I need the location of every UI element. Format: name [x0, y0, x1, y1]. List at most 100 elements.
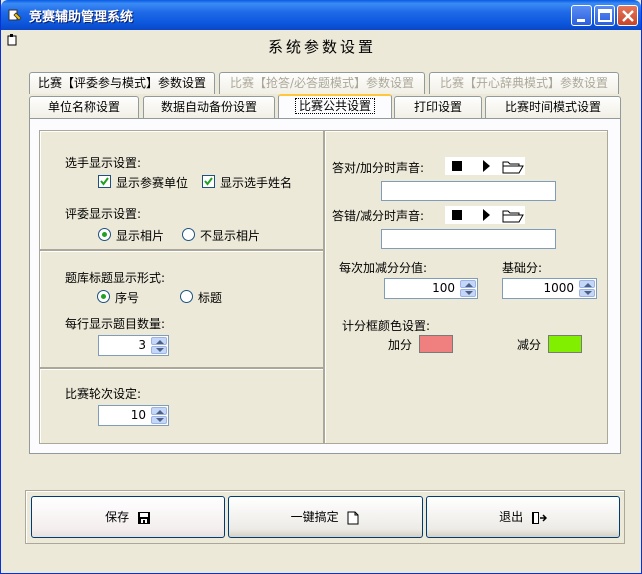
correct-sound-player — [445, 157, 525, 175]
sub-color-label: 减分 — [517, 338, 542, 352]
one-key-button[interactable]: 一键搞定 — [228, 496, 423, 538]
tab-common-settings-label: 比赛公共设置 — [294, 98, 375, 114]
score-step-up[interactable] — [460, 280, 476, 288]
tab-happy-dict-mode-label: 比赛【开心辞典模式】参数设置 — [439, 76, 608, 90]
per-row-up[interactable] — [151, 337, 167, 345]
tab-common-settings[interactable]: 比赛公共设置 — [278, 94, 392, 118]
score-step-value: 100 — [432, 281, 455, 295]
wrong-sound-player — [445, 206, 525, 224]
arrow-down-icon — [156, 348, 164, 352]
per-row-spinner[interactable]: 3 — [98, 335, 169, 356]
base-score-spinner[interactable]: 1000 — [502, 278, 597, 299]
base-score-down[interactable] — [579, 289, 595, 297]
stop-icon[interactable] — [452, 210, 462, 220]
tab-time-mode[interactable]: 比赛时间模式设置 — [485, 96, 621, 118]
add-color-label: 加分 — [388, 338, 413, 352]
window-title: 竞赛辅助管理系统 — [29, 10, 134, 25]
main-window: 竞赛辅助管理系统 系统参数设置 比赛【评委参与模式】参数设置 比赛【抢答/必答题… — [0, 0, 642, 574]
show-unit-checkbox[interactable] — [98, 175, 111, 188]
title-bar[interactable]: 竞赛辅助管理系统 — [1, 0, 641, 30]
title-label: 标题 — [198, 291, 223, 305]
play-icon[interactable] — [483, 209, 490, 221]
serial-label: 序号 — [115, 291, 140, 305]
arrow-up-icon — [156, 340, 164, 344]
arrow-up-icon — [156, 410, 164, 414]
close-icon — [622, 10, 634, 22]
tab-unit-name[interactable]: 单位名称设置 — [29, 96, 139, 118]
correct-sound-path-input[interactable] — [381, 181, 556, 201]
wrong-sound-label: 答错/减分时声音: — [332, 209, 425, 223]
exit-button[interactable]: 退出 — [426, 496, 620, 538]
rounds-value: 10 — [130, 408, 146, 422]
wrong-sound-path-input[interactable] — [381, 229, 556, 249]
contestant-heading: 选手显示设置: — [65, 156, 142, 170]
arrow-up-icon — [465, 283, 473, 287]
rounds-group — [39, 368, 324, 444]
tab-print[interactable]: 打印设置 — [394, 96, 482, 118]
per-row-down[interactable] — [151, 346, 167, 354]
judge-heading: 评委显示设置: — [65, 207, 142, 221]
app-icon — [8, 9, 22, 21]
score-color-heading: 计分框颜色设置: — [342, 319, 431, 333]
base-score-up[interactable] — [579, 280, 595, 288]
rounds-down[interactable] — [151, 416, 167, 424]
tab-buzzer-mode[interactable]: 比赛【抢答/必答题模式】参数设置 — [219, 72, 425, 94]
show-unit-label: 显示参赛单位 — [116, 176, 189, 190]
question-display-group — [39, 250, 324, 368]
show-photo-label: 显示相片 — [116, 229, 165, 243]
rounds-label: 比赛轮次设定: — [65, 387, 142, 401]
base-score-value: 1000 — [543, 281, 574, 295]
page-title: 系统参数设置 — [267, 38, 376, 56]
sub-color-swatch[interactable] — [548, 335, 582, 353]
minimize-icon — [577, 19, 585, 22]
score-step-down[interactable] — [460, 289, 476, 297]
rounds-spinner[interactable]: 10 — [98, 405, 169, 426]
tab-time-mode-label: 比赛时间模式设置 — [504, 100, 601, 114]
add-color-swatch[interactable] — [419, 335, 453, 353]
serial-radio[interactable] — [97, 290, 110, 303]
folder-open-icon[interactable] — [502, 210, 524, 223]
arrow-up-icon — [584, 283, 592, 287]
maximize-button[interactable] — [594, 5, 615, 26]
tab-auto-backup-label: 数据自动备份设置 — [160, 100, 257, 114]
checkmark-icon — [100, 177, 109, 186]
arrow-down-icon — [584, 291, 592, 295]
document-icon — [347, 511, 359, 524]
save-button[interactable]: 保存 — [31, 496, 225, 538]
tab-happy-dict-mode[interactable]: 比赛【开心辞典模式】参数设置 — [429, 72, 619, 94]
tab-judge-mode-label: 比赛【评委参与模式】参数设置 — [37, 76, 206, 90]
tab-unit-name-label: 单位名称设置 — [47, 100, 120, 114]
title-radio[interactable] — [180, 290, 193, 303]
per-row-label: 每行显示题目数量: — [65, 317, 166, 331]
rounds-up[interactable] — [151, 407, 167, 415]
hide-photo-radio[interactable] — [182, 228, 195, 241]
tab-print-label: 打印设置 — [413, 100, 462, 114]
score-step-label: 每次加减分分值: — [339, 261, 428, 275]
question-title-heading: 题库标题显示形式: — [65, 271, 166, 285]
exit-button-label: 退出 — [499, 510, 524, 524]
show-name-checkbox[interactable] — [202, 175, 215, 188]
show-name-label: 显示选手姓名 — [220, 176, 293, 190]
score-step-spinner[interactable]: 100 — [384, 278, 478, 299]
checkmark-icon — [204, 177, 213, 186]
per-row-value: 3 — [138, 338, 146, 352]
minimize-button[interactable] — [571, 5, 592, 26]
correct-sound-label: 答对/加分时声音: — [332, 161, 425, 175]
maximize-icon — [598, 9, 612, 22]
folder-open-icon[interactable] — [502, 161, 524, 174]
one-key-button-label: 一键搞定 — [290, 510, 339, 524]
exit-door-icon — [531, 511, 547, 524]
floppy-disk-icon — [137, 511, 150, 524]
tab-judge-mode[interactable]: 比赛【评委参与模式】参数设置 — [29, 72, 215, 94]
close-button[interactable] — [617, 5, 638, 26]
stop-icon[interactable] — [452, 161, 462, 171]
arrow-down-icon — [465, 291, 473, 295]
base-score-label: 基础分: — [502, 261, 543, 275]
show-photo-radio[interactable] — [98, 228, 111, 241]
play-icon[interactable] — [483, 160, 490, 172]
hide-photo-label: 不显示相片 — [200, 229, 261, 243]
tab-buzzer-mode-label: 比赛【抢答/必答题模式】参数设置 — [229, 76, 415, 90]
save-button-label: 保存 — [105, 510, 130, 524]
tab-auto-backup[interactable]: 数据自动备份设置 — [143, 96, 275, 118]
arrow-down-icon — [156, 418, 164, 422]
